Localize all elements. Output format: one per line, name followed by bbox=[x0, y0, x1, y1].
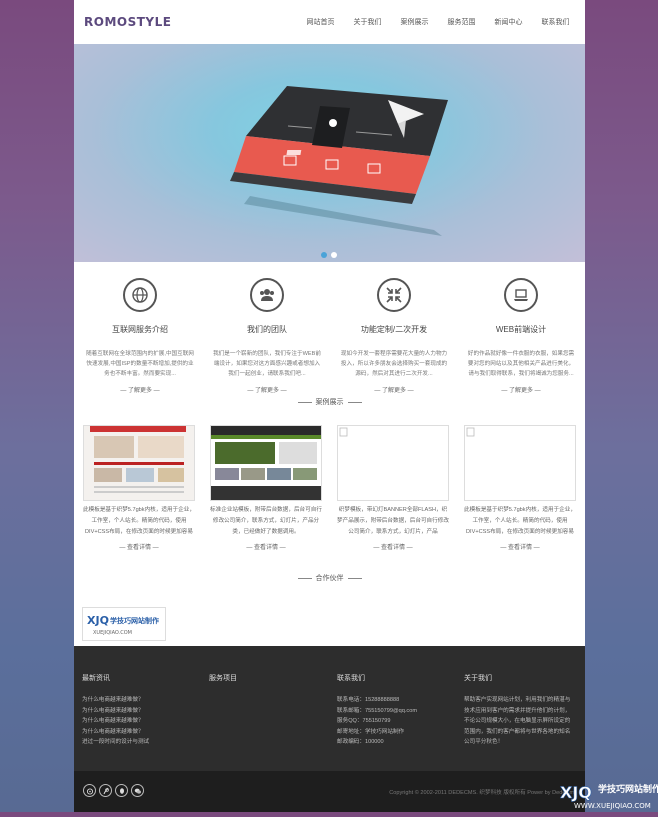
main-nav: 网站首页 关于我们 案例展示 服务范围 新闻中心 联系我们 bbox=[297, 17, 579, 27]
watermark-image: XJQ 学技巧网站制作 WWW.XUEJIQIAO.COM bbox=[560, 783, 658, 810]
svg-text:XUEJIQIAO.COM: XUEJIQIAO.COM bbox=[93, 630, 132, 636]
case-thumbnail[interactable] bbox=[210, 425, 322, 501]
svg-text:XJQ: XJQ bbox=[87, 614, 109, 627]
contact-qq: 服务QQ：755150799 bbox=[337, 718, 391, 724]
footer-services-column: 服务项目 bbox=[209, 673, 329, 695]
case-thumbnail[interactable] bbox=[464, 425, 576, 501]
slider-dots bbox=[321, 252, 337, 258]
banner-website-mockup bbox=[230, 86, 448, 236]
case-screenshot-image bbox=[84, 426, 194, 500]
news-link[interactable]: 为什么电商越来越难做？ bbox=[82, 727, 202, 738]
footer-contact-title: 联系我们 bbox=[337, 675, 365, 682]
news-link[interactable]: 为什么电商越来越难做？ bbox=[82, 706, 202, 717]
about-text: 帮助客户实现网站计划，利用我们的精湛与 bbox=[464, 697, 571, 703]
case-description: 此模板是基于织梦5.7gbk内核，适用于企业，工作室，个人站长。精简的代码，使用… bbox=[464, 507, 576, 535]
footer-about-column: 关于我们 帮助客户实现网站计划，利用我们的精湛与 技术应用到客户的需求并提升他们… bbox=[464, 673, 584, 748]
case-description: 标准企业站模板，附带后台数据，后台可自行修改公司简介，联系方式，幻灯片，产品分类… bbox=[210, 507, 322, 535]
case-description: 此模板是基于织梦5.7gbk内核，适用于企业，工作室，个人站长。精简的代码，使用… bbox=[83, 507, 195, 535]
news-link[interactable]: 为什么电商越来越难做？ bbox=[82, 695, 202, 706]
nav-news[interactable]: 新闻中心 bbox=[485, 17, 532, 27]
team-icon bbox=[250, 278, 284, 312]
service-title[interactable]: 功能定制/二次开发 bbox=[330, 324, 458, 335]
broken-image-icon bbox=[339, 427, 348, 437]
service-title[interactable]: 互联网服务介绍 bbox=[76, 324, 204, 335]
case-item[interactable]: 此模板是基于织梦5.7gbk内核，适用于企业，工作室，个人站长。精简的代码，使用… bbox=[464, 425, 576, 551]
slider-dot-2[interactable] bbox=[331, 252, 337, 258]
learn-more-link[interactable]: — 了解更多 — bbox=[76, 385, 204, 394]
service-text: 好的作品就好像一件衣服的衣服，如果您需要对您的网站以及其他相关产品进行美化，请与… bbox=[467, 351, 575, 377]
svg-text:学技巧网站制作: 学技巧网站制作 bbox=[598, 783, 658, 795]
qq-icon[interactable] bbox=[115, 784, 128, 797]
nav-contact[interactable]: 联系我们 bbox=[532, 17, 579, 27]
svg-text:学技巧网站制作: 学技巧网站制作 bbox=[110, 616, 159, 625]
about-text: 技术应用到客户的需求并提升他们的计划， bbox=[464, 707, 571, 714]
footer-news-title: 最新资讯 bbox=[82, 675, 110, 682]
footer: 最新资讯 为什么电商越来越难做？ 为什么电商越来越难做？ 为什么电商越来越难做？… bbox=[74, 646, 585, 771]
partners-section-title: 合作伙伴 bbox=[74, 573, 585, 583]
footer-services-title: 服务项目 bbox=[209, 675, 237, 682]
service-text: 随着互联网在全球范围内的扩展,中国互联网快速发展,中国ISP的数量不断增加,提供… bbox=[86, 351, 194, 377]
service-block: 互联网服务介绍 随着互联网在全球范围内的扩展,中国互联网快速发展,中国ISP的数… bbox=[76, 278, 204, 394]
case-thumbnail[interactable] bbox=[337, 425, 449, 501]
contact-phone: 联系电话：15288888888 bbox=[337, 697, 400, 703]
nav-about[interactable]: 关于我们 bbox=[344, 17, 391, 27]
nav-home[interactable]: 网站首页 bbox=[297, 17, 344, 27]
news-link[interactable]: 进过一段时间的设计与测试 bbox=[82, 737, 202, 748]
case-screenshot-image bbox=[211, 426, 321, 500]
partner-logo[interactable]: XJQ 学技巧网站制作 XUEJIQIAO.COM bbox=[82, 607, 166, 641]
footer-contact-column: 联系我们 联系电话：15288888888 联系邮箱：755150799@qq.… bbox=[337, 673, 457, 748]
service-title[interactable]: 我们的团队 bbox=[203, 324, 331, 335]
laptop-icon bbox=[504, 278, 538, 312]
footer-about-title: 关于我们 bbox=[464, 675, 492, 682]
contact-postcode: 邮政编码：100000 bbox=[337, 739, 384, 745]
nav-services[interactable]: 服务范围 bbox=[438, 17, 485, 27]
footer-news-column: 最新资讯 为什么电商越来越难做？ 为什么电商越来越难做？ 为什么电商越来越难做？… bbox=[82, 673, 202, 748]
slider-dot-1[interactable] bbox=[321, 252, 327, 258]
view-details-link[interactable]: — 查看详情 — bbox=[337, 542, 449, 551]
service-text: 我们是一个崭新的团队，我们专注于WEB前端设计，如果您对这方面感兴趣或者想加入我… bbox=[213, 351, 321, 377]
service-title[interactable]: WEB前端设计 bbox=[457, 324, 585, 335]
nav-cases[interactable]: 案例展示 bbox=[391, 17, 438, 27]
news-link[interactable]: 为什么电商越来越难做？ bbox=[82, 716, 202, 727]
view-details-link[interactable]: — 查看详情 — bbox=[464, 542, 576, 551]
case-item[interactable]: 标准企业站模板，附带后台数据，后台可自行修改公司简介，联系方式，幻灯片，产品分类… bbox=[210, 425, 322, 551]
view-details-link[interactable]: — 查看详情 — bbox=[83, 542, 195, 551]
about-text: 范围内，我们的客户都将与世界各地的知名 bbox=[464, 728, 571, 735]
view-details-link[interactable]: — 查看详情 — bbox=[210, 542, 322, 551]
site-logo[interactable]: ROMOSTYLE bbox=[84, 15, 171, 29]
case-description: 织梦模板，带幻灯BANNER全部FLASH，织梦产品展示，附带后台数据，后台可自… bbox=[337, 507, 449, 535]
broken-image-icon bbox=[466, 427, 475, 437]
about-text: 不论公司规模大小，在电脑显示屏所设定的 bbox=[464, 718, 571, 724]
weibo-icon[interactable] bbox=[83, 784, 96, 797]
globe-icon bbox=[123, 278, 157, 312]
case-item[interactable]: 织梦模板，带幻灯BANNER全部FLASH，织梦产品展示，附带后台数据，后台可自… bbox=[337, 425, 449, 551]
hero-banner[interactable] bbox=[74, 44, 585, 262]
page-container: ROMOSTYLE 网站首页 关于我们 案例展示 服务范围 新闻中心 联系我们 bbox=[74, 0, 585, 812]
arrows-icon bbox=[377, 278, 411, 312]
case-item[interactable]: 此模板是基于织梦5.7gbk内核，适用于企业，工作室，个人站长。精简的代码，使用… bbox=[83, 425, 195, 551]
learn-more-link[interactable]: — 了解更多 — bbox=[203, 385, 331, 394]
about-text: 公司平分秋色！ bbox=[464, 739, 504, 745]
tencent-weibo-icon[interactable] bbox=[99, 784, 112, 797]
copyright-text: Copyright © 2002-2011 DEDECMS. 织梦科技 版权所有… bbox=[389, 790, 577, 796]
service-block: WEB前端设计 好的作品就好像一件衣服的衣服，如果您需要对您的网站以及其他相关产… bbox=[457, 278, 585, 394]
service-block: 我们的团队 我们是一个崭新的团队，我们专注于WEB前端设计，如果您对这方面感兴趣… bbox=[203, 278, 331, 394]
wechat-icon[interactable] bbox=[131, 784, 144, 797]
cases-section-title: 案例展示 bbox=[74, 397, 585, 407]
svg-text:WWW.XUEJIQIAO.COM: WWW.XUEJIQIAO.COM bbox=[574, 802, 651, 810]
contact-address: 邮寄地址：学技巧网站制作 bbox=[337, 728, 405, 735]
header: ROMOSTYLE 网站首页 关于我们 案例展示 服务范围 新闻中心 联系我们 bbox=[74, 0, 585, 44]
contact-email: 联系邮箱：755150799@qq.com bbox=[337, 707, 417, 714]
learn-more-link[interactable]: — 了解更多 — bbox=[330, 385, 458, 394]
learn-more-link[interactable]: — 了解更多 — bbox=[457, 385, 585, 394]
service-block: 功能定制/二次开发 现如今开发一套程序需要花大量的人力物力投入，所以许多朋友会选… bbox=[330, 278, 458, 394]
svg-text:XJQ: XJQ bbox=[560, 783, 592, 802]
partner-logo-image: XJQ 学技巧网站制作 XUEJIQIAO.COM bbox=[87, 614, 159, 636]
service-text: 现如今开发一套程序需要花大量的人力物力投入，所以许多朋友会选择购买一套现成的源码… bbox=[340, 351, 448, 377]
watermark-logo: XJQ 学技巧网站制作 WWW.XUEJIQIAO.COM bbox=[560, 778, 658, 812]
case-thumbnail[interactable] bbox=[83, 425, 195, 501]
